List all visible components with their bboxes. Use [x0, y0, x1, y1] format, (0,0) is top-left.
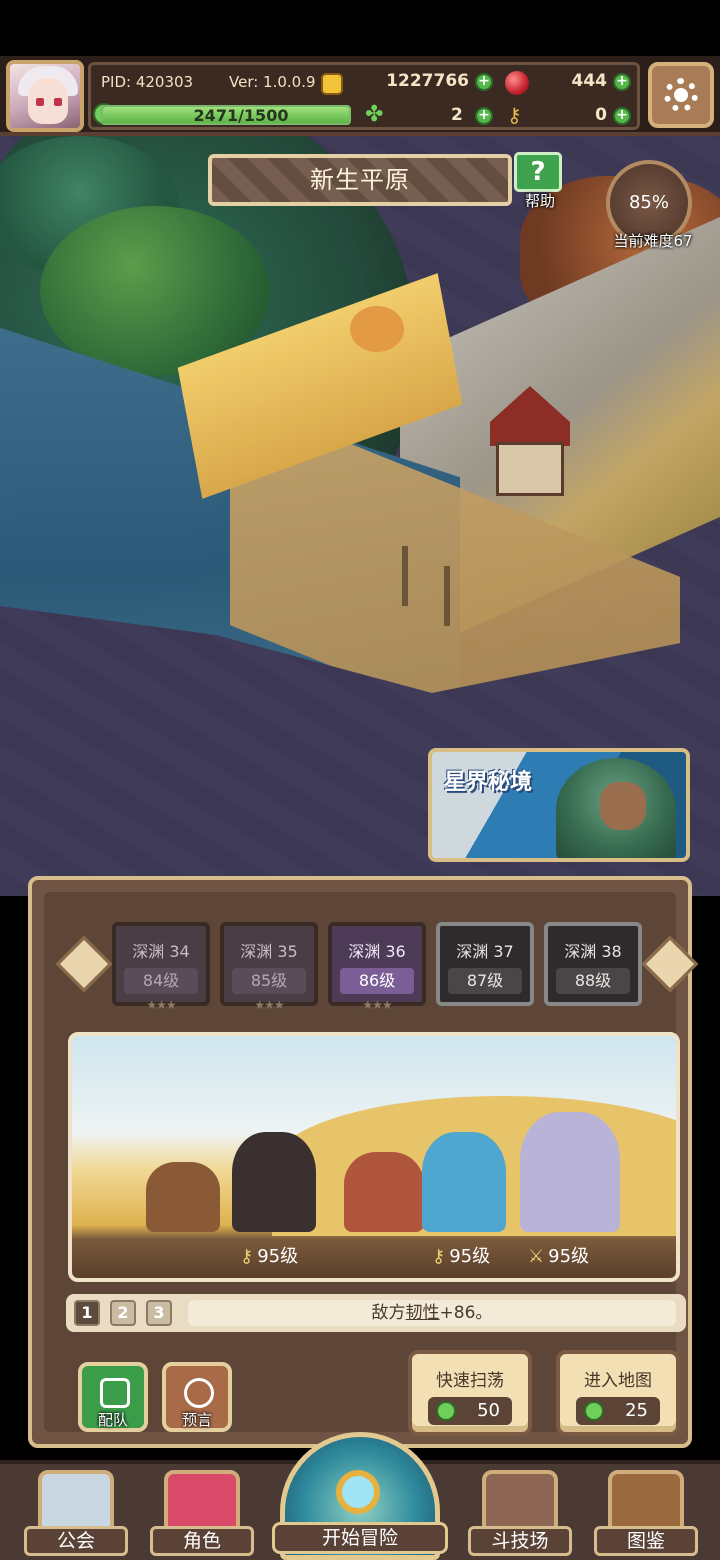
add-gold-button[interactable]: +: [475, 73, 493, 91]
settings-gear-button[interactable]: [648, 62, 714, 128]
ruby-gem-icon: [505, 71, 529, 95]
stamina-text: 2471/1500: [193, 106, 289, 125]
stage-stars: ★★★: [254, 998, 284, 1012]
add-key-button[interactable]: +: [613, 107, 631, 125]
effect-keyword-link[interactable]: 韧性: [406, 1303, 440, 1323]
village-house[interactable]: [490, 386, 570, 496]
stage-level: 86级: [340, 968, 414, 994]
enemy-effect-text: 敌方韧性+86。: [188, 1300, 676, 1326]
enemy-cat-sprite: [232, 1132, 316, 1232]
nav-guild[interactable]: 公会: [24, 1470, 128, 1560]
enemy-level: ⚷ 95级: [240, 1246, 299, 1267]
gold-amount: 1227766: [386, 71, 469, 91]
team-setup-button[interactable]: 配队: [78, 1362, 148, 1432]
top-bar: PID: 420303 Ver: 1.0.0.9 1227766 + 444 +…: [0, 56, 720, 136]
help-label: 帮助: [524, 192, 555, 210]
stamina-icon: [584, 1401, 604, 1421]
enter-map-button[interactable]: 进入地图 25: [556, 1350, 680, 1436]
prev-stage-arrow[interactable]: [55, 935, 113, 993]
prophecy-button[interactable]: 预言: [162, 1362, 232, 1432]
book-icon: [608, 1470, 684, 1534]
key-icon: ⚷: [507, 103, 522, 127]
status-area: [0, 0, 720, 56]
enemy-level: ⚷ 95级: [432, 1246, 491, 1267]
stage-stars: ★★★: [146, 998, 176, 1012]
stage-card[interactable]: 深渊 38 88级: [544, 922, 642, 1006]
gem-amount: 444: [571, 71, 608, 91]
page-tab-3[interactable]: 3: [146, 1300, 172, 1326]
crystal-ball-icon: [184, 1378, 214, 1408]
stage-card[interactable]: 深渊 34 84级 ★★★: [112, 922, 210, 1012]
player-id: PID: 420303: [101, 73, 194, 91]
quick-sweep-button[interactable]: 快速扫荡 50: [408, 1350, 532, 1436]
world-map[interactable]: 新生平原 ? 帮助 85% 当前难度67 星界秘境: [0, 136, 720, 896]
enemy-barrel-sprite: [146, 1162, 220, 1232]
stage-name: 深渊 36: [348, 942, 406, 961]
key-amount: 0: [595, 105, 607, 125]
area-name-banner: 新生平原: [208, 154, 512, 206]
stage-card[interactable]: 深渊 35 85级 ★★★: [220, 922, 318, 1012]
nav-codex[interactable]: 图鉴: [594, 1470, 698, 1560]
stage-name: 深渊 34: [132, 942, 190, 961]
enemy-preview-scene: ⚷ 95级 ⚷ 95级 ⚔ 95级: [68, 1032, 680, 1282]
next-stage-arrow[interactable]: [641, 935, 699, 993]
key-icon: ⚷: [240, 1246, 254, 1267]
stage-name: 深渊 35: [240, 942, 298, 961]
enemy-level: ⚔ 95级: [528, 1246, 590, 1267]
stamina-bar: 2471/1500: [101, 105, 351, 125]
nav-arena[interactable]: 斗技场: [468, 1470, 572, 1560]
game-version: Ver: 1.0.0.9: [229, 73, 316, 91]
enter-cost: 25: [576, 1397, 660, 1425]
clover-amount: 2: [451, 105, 463, 125]
team-icon: [100, 1378, 130, 1408]
stage-level: 85级: [232, 968, 306, 994]
page-tab-2[interactable]: 2: [110, 1300, 136, 1326]
area-name: 新生平原: [310, 166, 410, 194]
enemy-mage-sprite: [344, 1152, 424, 1232]
stage-name: 深渊 37: [456, 942, 514, 961]
player-avatar[interactable]: [6, 60, 84, 132]
stage-card[interactable]: 深渊 37 87级: [436, 922, 534, 1006]
astral-realm-button[interactable]: 星界秘境: [428, 748, 690, 862]
help-button[interactable]: ? 帮助: [514, 152, 566, 210]
character-icon: [164, 1470, 240, 1534]
stage-card-current[interactable]: 深渊 36 86级 ★★★: [328, 922, 426, 1012]
add-gem-button[interactable]: +: [613, 73, 631, 91]
player-info-panel: PID: 420303 Ver: 1.0.0.9 1227766 + 444 +…: [88, 62, 640, 130]
key-icon: ⚷: [432, 1246, 446, 1267]
enemy-lancer-sprite: [520, 1112, 620, 1232]
crossed-swords-icon: [482, 1470, 558, 1534]
difficulty-label: 当前难度67: [613, 232, 693, 250]
stage-level: 88级: [556, 968, 630, 994]
guild-building-icon: [38, 1470, 114, 1534]
sword-icon: ⚔: [528, 1246, 545, 1267]
astral-realm-title: 星界秘境: [444, 770, 533, 795]
page-tab-1[interactable]: 1: [74, 1300, 100, 1326]
difficulty-percent: 85%: [628, 192, 669, 213]
nav-character[interactable]: 角色: [150, 1470, 254, 1560]
stage-panel: 深渊 34 84级 ★★★ 深渊 35 85级 ★★★ 深渊 36 86级 ★★…: [28, 876, 699, 1448]
stamina-icon: [436, 1401, 456, 1421]
stage-level: 87级: [448, 968, 522, 994]
magnifier-icon: [336, 1470, 380, 1514]
gold-coin-icon: [321, 73, 343, 95]
stage-stars: ★★★: [362, 998, 392, 1012]
sweep-cost: 50: [428, 1397, 512, 1425]
stage-name: 深渊 38: [564, 942, 622, 961]
stage-level: 84级: [124, 968, 198, 994]
clover-icon: ✤: [365, 102, 384, 127]
start-adventure-button[interactable]: 开始冒险: [272, 1432, 448, 1560]
enemy-slime-sprite: [422, 1132, 506, 1232]
modifier-pager: 1 2 3 敌方韧性+86。: [66, 1294, 686, 1332]
add-clover-button[interactable]: +: [475, 107, 493, 125]
question-icon: ?: [514, 152, 562, 192]
